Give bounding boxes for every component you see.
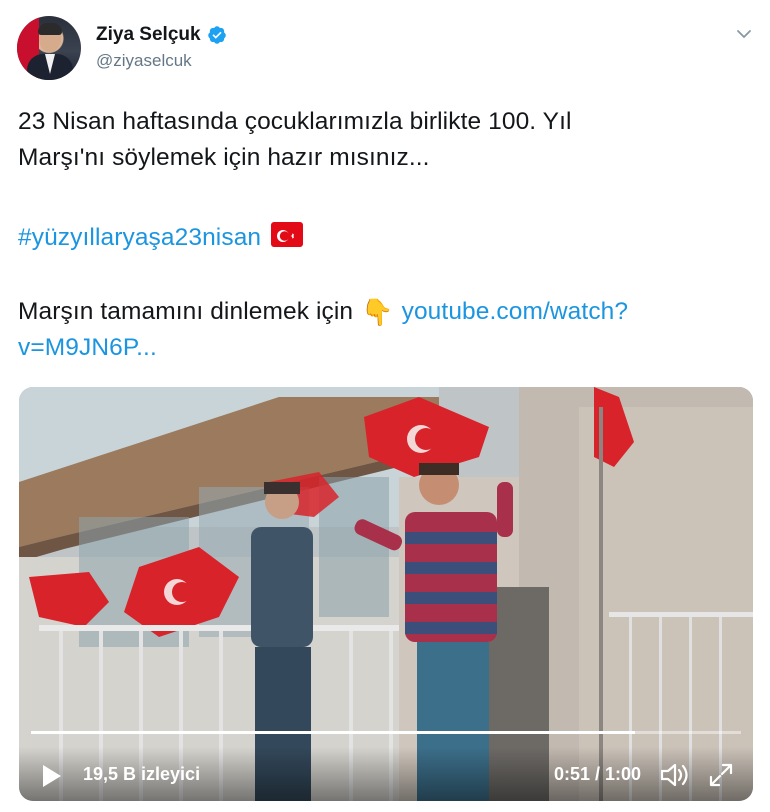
display-name[interactable]: Ziya Selçuk xyxy=(96,24,201,46)
video-frame xyxy=(19,387,753,801)
tweet-text-line-2: Marşı'nı söylemek için hazır mısınız... xyxy=(18,144,430,171)
volume-icon[interactable] xyxy=(659,761,691,789)
display-name-row[interactable]: Ziya Selçuk xyxy=(96,24,227,46)
chevron-down-icon[interactable] xyxy=(734,24,754,44)
tweet-card: Ziya Selçuk @ziyaselcuk 23 Nisan haftası… xyxy=(0,0,770,812)
youtube-link-part-1[interactable]: youtube.com/watch? xyxy=(402,298,629,325)
hashtag-line: #yüzyıllaryaşa23nisan xyxy=(18,220,304,256)
tweet-text: 23 Nisan haftasında çocuklarımızla birli… xyxy=(18,104,572,176)
video-player[interactable]: 19,5 B izleyici 0:51 / 1:00 xyxy=(19,387,753,801)
turkish-flag-emoji xyxy=(271,222,304,247)
play-icon[interactable] xyxy=(41,763,63,789)
pointing-down-emoji: 👇 xyxy=(361,297,394,327)
video-progress-fill xyxy=(31,731,635,734)
link-prefix-text: Marşın tamamını dinlemek için xyxy=(18,298,354,325)
avatar[interactable] xyxy=(17,16,81,80)
video-time: 0:51 / 1:00 xyxy=(553,764,641,784)
video-progress-bar[interactable] xyxy=(31,731,741,734)
fullscreen-icon[interactable] xyxy=(707,761,735,789)
link-paragraph: Marşın tamamını dinlemek için 👇 youtube.co… xyxy=(18,294,628,366)
youtube-link-part-2[interactable]: v=M9JN6P... xyxy=(18,334,157,361)
tweet-text-line-1: 23 Nisan haftasında çocuklarımızla birli… xyxy=(18,108,572,135)
user-handle[interactable]: @ziyaselcuk xyxy=(96,51,227,71)
user-info: Ziya Selçuk @ziyaselcuk xyxy=(96,24,227,71)
view-count: 19,5 B izleyici xyxy=(83,764,201,784)
verified-badge-icon xyxy=(207,26,226,44)
hashtag-link[interactable]: #yüzyıllaryaşa23nisan xyxy=(18,224,261,251)
